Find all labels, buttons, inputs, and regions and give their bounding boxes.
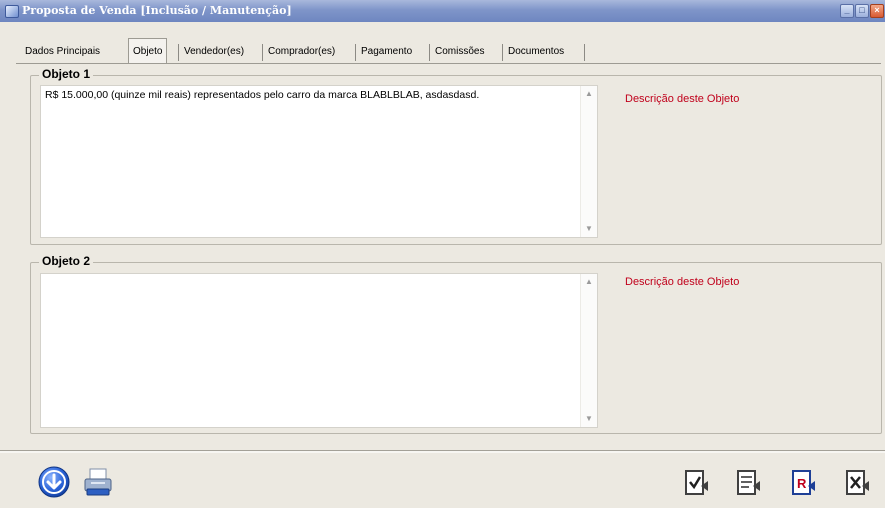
objeto1-scrollbar[interactable]: ▲ ▼ xyxy=(580,86,597,237)
cancel-document-icon xyxy=(846,470,869,495)
title-bar: Proposta de Venda [Inclusão / Manutenção… xyxy=(0,0,885,22)
maximize-button[interactable]: □ xyxy=(855,4,869,18)
tab-objeto[interactable]: Objeto xyxy=(128,38,168,64)
objeto1-text: R$ 15.000,00 (quinze mil reais) represen… xyxy=(45,89,480,101)
report-document-icon: R xyxy=(792,470,815,495)
scroll-down-arrow-icon[interactable]: ▼ xyxy=(584,414,594,424)
tab-documentos[interactable]: Documentos xyxy=(505,41,567,63)
app-window-icon xyxy=(5,5,19,18)
tab-vendedores[interactable]: Vendedor(es) xyxy=(181,41,247,63)
download-button[interactable] xyxy=(37,465,71,499)
scroll-up-arrow-icon[interactable]: ▲ xyxy=(584,277,594,287)
objeto2-description: Descrição deste Objeto xyxy=(625,276,740,288)
objeto1-textarea[interactable]: R$ 15.000,00 (quinze mil reais) represen… xyxy=(40,85,598,238)
tab-separator xyxy=(262,44,263,61)
confirm-document-icon xyxy=(685,470,708,495)
objeto2-textarea[interactable]: ▲ ▼ xyxy=(40,273,598,428)
scroll-down-arrow-icon[interactable]: ▼ xyxy=(584,224,594,234)
tab-separator xyxy=(502,44,503,61)
objeto1-legend: Objeto 1 xyxy=(39,67,94,81)
close-button[interactable]: × xyxy=(870,4,884,18)
tab-compradores[interactable]: Comprador(es) xyxy=(265,41,338,63)
confirm-button[interactable] xyxy=(681,467,713,499)
printer-icon xyxy=(84,468,112,496)
objeto2-legend: Objeto 2 xyxy=(39,254,94,268)
tab-separator xyxy=(355,44,356,61)
download-circle-icon xyxy=(38,466,70,498)
toolbar-separator xyxy=(0,450,885,453)
tab-comissoes[interactable]: Comissões xyxy=(432,41,487,63)
document-action-button[interactable] xyxy=(733,467,765,499)
cancel-button[interactable] xyxy=(842,467,874,499)
window-title: Proposta de Venda [Inclusão / Manutenção… xyxy=(22,4,292,17)
tab-separator xyxy=(429,44,430,61)
tab-separator xyxy=(584,44,585,61)
svg-text:R: R xyxy=(797,476,807,491)
objeto2-scrollbar[interactable]: ▲ ▼ xyxy=(580,274,597,427)
tab-pagamento[interactable]: Pagamento xyxy=(358,41,415,63)
objeto2-group: Objeto 2 ▲ ▼ Descrição deste Objeto xyxy=(30,254,882,434)
print-button[interactable] xyxy=(81,465,115,499)
document-arrow-icon xyxy=(737,470,760,495)
tab-dados-principais[interactable]: Dados Principais xyxy=(22,41,103,63)
tab-separator xyxy=(178,44,179,61)
tab-page-border xyxy=(16,63,881,64)
objeto1-description: Descrição deste Objeto xyxy=(625,93,740,105)
scroll-up-arrow-icon[interactable]: ▲ xyxy=(584,89,594,99)
report-button[interactable]: R xyxy=(788,467,820,499)
minimize-button[interactable]: _ xyxy=(840,4,854,18)
objeto1-group: Objeto 1 R$ 15.000,00 (quinze mil reais)… xyxy=(30,67,882,245)
